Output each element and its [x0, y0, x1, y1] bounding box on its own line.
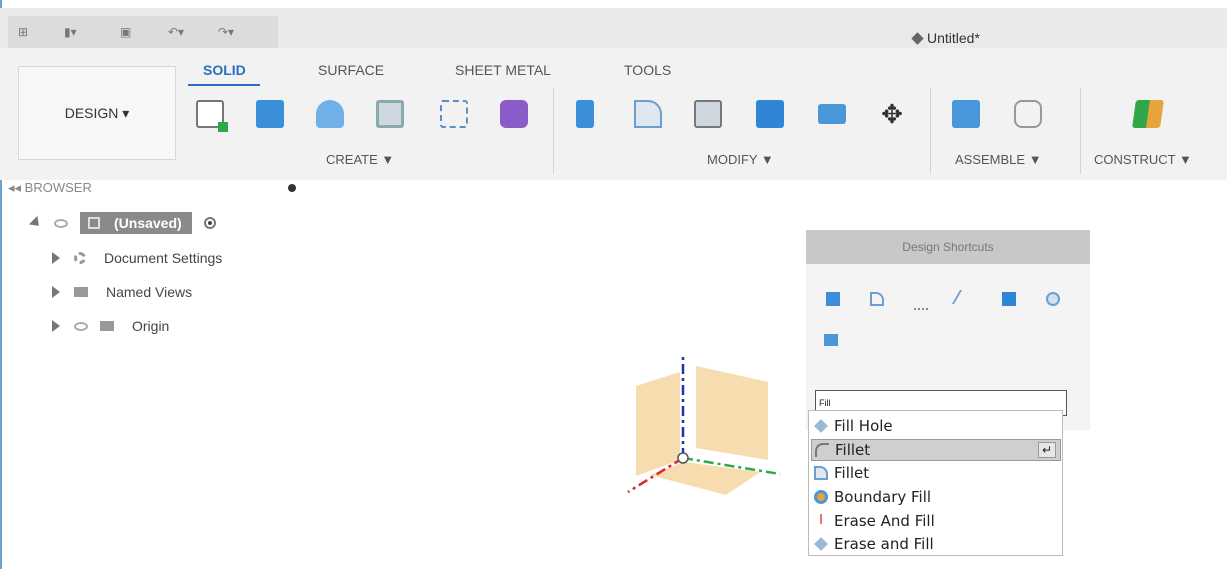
gear-icon: [74, 252, 86, 264]
pin-icon[interactable]: [288, 184, 296, 192]
xz-plane[interactable]: [650, 462, 760, 495]
shortcuts-title: Design Shortcuts: [806, 230, 1090, 264]
tab-sheet-metal[interactable]: SHEET METAL: [455, 62, 551, 78]
browser-header[interactable]: ◂◂ BROWSER: [8, 180, 308, 202]
xy-plane[interactable]: [696, 366, 768, 460]
tab-tools[interactable]: TOOLS: [624, 62, 671, 78]
erase-fill-red-icon: Ⅰ: [819, 513, 823, 528]
pattern-icon[interactable]: [440, 100, 468, 128]
list-item-label: Boundary Fill: [834, 488, 932, 506]
origin-gizmo[interactable]: [610, 350, 790, 510]
component-icon: [88, 217, 100, 229]
collapse-triangle-icon[interactable]: [28, 215, 44, 231]
shortcut-line-icon[interactable]: [914, 296, 928, 310]
modify-menu[interactable]: MODIFY ▼: [707, 152, 774, 167]
list-item-selected[interactable]: Fillet ↵: [811, 439, 1061, 461]
browser-item-label: Origin: [132, 318, 170, 334]
visibility-eye-icon[interactable]: [54, 218, 68, 228]
origin-point[interactable]: [677, 452, 689, 464]
list-item[interactable]: Erase and Fill: [811, 533, 1061, 555]
list-item-label: Fill Hole: [834, 417, 893, 435]
boundary-fill-icon: [814, 490, 828, 504]
revolve-icon[interactable]: [316, 100, 344, 128]
tab-surface[interactable]: SURFACE: [318, 62, 384, 78]
move-copy-icon[interactable]: ✥: [878, 100, 906, 128]
application-bar: ⊞ ▮▾ ▣ ↶▾ ↷▾ Untitled*: [0, 8, 1227, 48]
expand-triangle-icon[interactable]: [52, 286, 60, 298]
shortcut-box-icon[interactable]: [1002, 292, 1016, 306]
extrude-icon[interactable]: [256, 100, 284, 128]
browser-root-row[interactable]: (Unsaved): [28, 212, 216, 234]
create-form-icon[interactable]: [500, 100, 528, 128]
browser-title: ◂◂ BROWSER: [8, 180, 92, 195]
offset-plane-icon[interactable]: [1132, 100, 1164, 128]
folder-icon: [100, 321, 114, 331]
tab-solid[interactable]: SOLID: [203, 62, 246, 78]
fillet-icon[interactable]: [634, 100, 662, 128]
fill-hole-icon: [814, 419, 828, 433]
yz-plane[interactable]: [636, 372, 680, 476]
browser-item-document-settings[interactable]: Document Settings: [52, 250, 222, 266]
create-menu[interactable]: CREATE ▼: [326, 152, 394, 167]
quick-access-toolbar: ⊞ ▮▾ ▣ ↶▾ ↷▾: [8, 16, 278, 48]
data-panel-icon[interactable]: ⊞: [18, 25, 28, 39]
hole-icon[interactable]: [376, 100, 404, 128]
document-cube-icon: [911, 32, 924, 45]
save-icon[interactable]: ▣: [120, 25, 131, 39]
plus-icon: [218, 122, 228, 132]
undo-icon[interactable]: ↶▾: [168, 25, 184, 39]
shortcut-split-icon[interactable]: [824, 334, 838, 346]
ribbon-divider: [553, 88, 554, 174]
browser-item-label: Document Settings: [104, 250, 223, 266]
file-menu-icon[interactable]: ▮▾: [64, 25, 77, 39]
active-tab-underline: [188, 84, 260, 86]
ribbon-divider: [1080, 88, 1081, 174]
folder-icon: [74, 287, 88, 297]
shortcut-spline-icon[interactable]: [951, 290, 975, 304]
combine-icon[interactable]: [756, 100, 784, 128]
shell-icon[interactable]: [694, 100, 722, 128]
ribbon-divider: [930, 88, 931, 174]
list-item[interactable]: Boundary Fill: [811, 486, 1061, 508]
list-item-label: Erase And Fill: [834, 512, 935, 530]
document-title: Untitled*: [911, 30, 980, 46]
fillet-sketch-icon: [815, 443, 829, 457]
list-item[interactable]: Ⅰ Erase And Fill: [811, 510, 1061, 532]
assemble-menu[interactable]: ASSEMBLE ▼: [955, 152, 1042, 167]
new-component-icon[interactable]: [952, 100, 980, 128]
enter-key-icon[interactable]: ↵: [1038, 442, 1056, 458]
erase-fill-blue-icon: [814, 537, 828, 551]
browser-item-origin[interactable]: Origin: [52, 318, 169, 334]
document-title-text: Untitled*: [927, 30, 980, 46]
redo-icon[interactable]: ↷▾: [218, 25, 234, 39]
list-item-label: Fillet: [834, 464, 870, 482]
ribbon: DESIGN ▾ SOLID SURFACE SHEET METAL TOOLS…: [0, 48, 1227, 180]
create-sketch-icon[interactable]: [196, 100, 228, 132]
split-body-icon[interactable]: [818, 104, 846, 124]
root-component[interactable]: (Unsaved): [80, 212, 192, 234]
shortcut-results-list: Fill Hole Fillet ↵ Fillet Boundary Fill …: [808, 410, 1063, 556]
workspace-switcher-button[interactable]: DESIGN ▾: [18, 66, 176, 160]
fillet-solid-icon: [814, 466, 828, 480]
activate-component-icon[interactable]: [203, 217, 216, 229]
shortcut-extrude-icon[interactable]: [826, 292, 840, 306]
shortcut-fillet-icon[interactable]: [870, 292, 884, 306]
shortcut-hole-icon[interactable]: [1046, 292, 1060, 306]
construct-menu[interactable]: CONSTRUCT ▼: [1094, 152, 1192, 167]
list-item-label: Fillet: [835, 441, 871, 459]
press-pull-icon[interactable]: [576, 100, 594, 128]
expand-triangle-icon[interactable]: [52, 320, 60, 332]
expand-triangle-icon[interactable]: [52, 252, 60, 264]
browser-item-label: Named Views: [106, 284, 193, 300]
joint-icon[interactable]: [1014, 100, 1042, 128]
list-item[interactable]: Fill Hole: [811, 415, 1061, 437]
browser-item-named-views[interactable]: Named Views: [52, 284, 192, 300]
list-item[interactable]: Fillet: [811, 462, 1061, 484]
visibility-eye-icon[interactable]: [74, 321, 88, 331]
list-item-label: Erase and Fill: [834, 535, 934, 553]
root-component-label: (Unsaved): [114, 215, 182, 231]
